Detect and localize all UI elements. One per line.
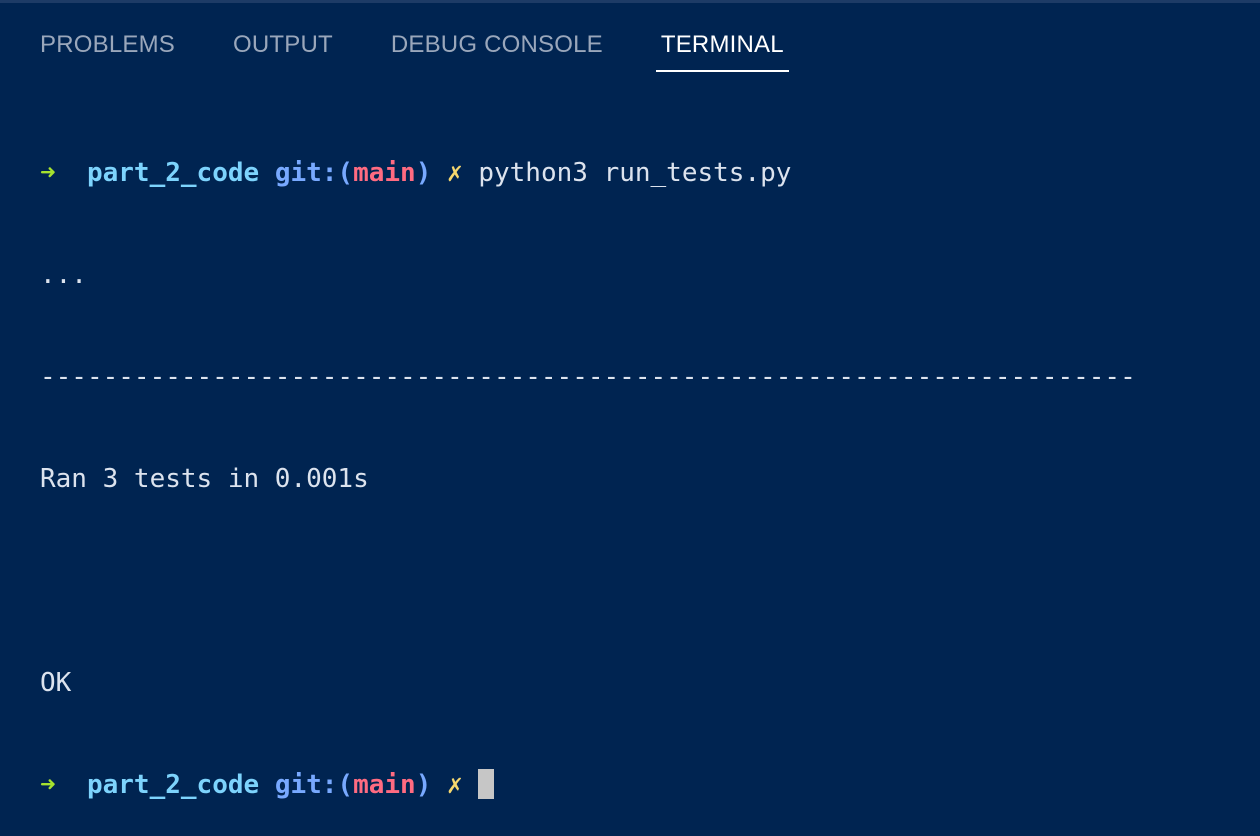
tab-debug-console[interactable]: DEBUG CONSOLE bbox=[386, 30, 608, 72]
prompt-git-suffix: ) bbox=[415, 158, 432, 188]
test-progress-dots: ... bbox=[40, 260, 87, 290]
prompt-line-command: ➜ part_2_code git:(main) ✗ python3 run_t… bbox=[40, 156, 1240, 190]
prompt-git-suffix: ) bbox=[415, 770, 432, 800]
prompt-directory: part_2_code bbox=[86, 770, 260, 800]
tab-problems[interactable]: PROBLEMS bbox=[40, 30, 180, 72]
executed-command: python3 run_tests.py bbox=[478, 158, 792, 188]
prompt-dirty-icon: ✗ bbox=[447, 770, 463, 800]
panel-top-border bbox=[0, 0, 1260, 3]
output-separator: ----------------------------------------… bbox=[40, 362, 1136, 392]
prompt-dirty-icon: ✗ bbox=[447, 158, 463, 188]
test-result-summary: Ran 3 tests in 0.001s bbox=[40, 464, 369, 494]
prompt-arrow-icon: ➜ bbox=[40, 158, 56, 188]
panel-tab-bar: PROBLEMS OUTPUT DEBUG CONSOLE TERMINAL bbox=[40, 30, 837, 72]
terminal-output[interactable]: ➜ part_2_code git:(main) ✗ python3 run_t… bbox=[40, 88, 1240, 836]
tab-terminal[interactable]: TERMINAL bbox=[655, 30, 789, 72]
terminal-cursor bbox=[478, 769, 495, 799]
prompt-branch: main bbox=[353, 158, 416, 188]
tab-output[interactable]: OUTPUT bbox=[228, 30, 338, 72]
prompt-directory: part_2_code bbox=[86, 158, 260, 188]
test-status: OK bbox=[40, 668, 72, 698]
prompt-branch: main bbox=[353, 770, 416, 800]
prompt-line-current[interactable]: ➜ part_2_code git:(main) ✗ bbox=[40, 768, 1240, 802]
prompt-git-prefix: git:( bbox=[274, 770, 354, 800]
prompt-arrow-icon: ➜ bbox=[40, 770, 56, 800]
prompt-git-prefix: git:( bbox=[274, 158, 354, 188]
